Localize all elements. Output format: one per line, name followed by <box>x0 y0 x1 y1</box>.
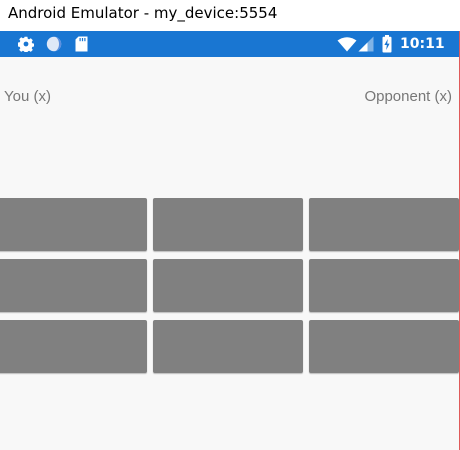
board-cell-7[interactable] <box>0 320 147 373</box>
gear-icon <box>17 31 35 57</box>
window-title: Android Emulator - my_device:5554 <box>8 4 278 22</box>
opponent-label: Opponent (x) <box>364 88 452 105</box>
board-cell-5[interactable] <box>153 259 303 312</box>
board-cell-1[interactable] <box>0 198 147 251</box>
board-cell-4[interactable] <box>0 259 147 312</box>
game-screen: You (x) Opponent (x) <box>0 57 459 450</box>
signal-icon <box>357 31 375 57</box>
board-cell-9[interactable] <box>309 320 459 373</box>
player-label: You (x) <box>4 88 51 105</box>
board-cell-6[interactable] <box>309 259 459 312</box>
wifi-icon <box>336 31 358 57</box>
board-cell-2[interactable] <box>153 198 303 251</box>
battery-charging-icon <box>380 31 394 57</box>
sd-card-icon <box>73 31 89 57</box>
circle-icon <box>45 31 63 57</box>
android-status-bar: 10:11 <box>0 31 460 57</box>
board-cell-8[interactable] <box>153 320 303 373</box>
emulator-window: Android Emulator - my_device:5554 10:11 … <box>0 0 460 450</box>
window-title-bar: Android Emulator - my_device:5554 <box>0 0 460 31</box>
status-clock: 10:11 <box>400 36 445 52</box>
board-cell-3[interactable] <box>309 198 459 251</box>
